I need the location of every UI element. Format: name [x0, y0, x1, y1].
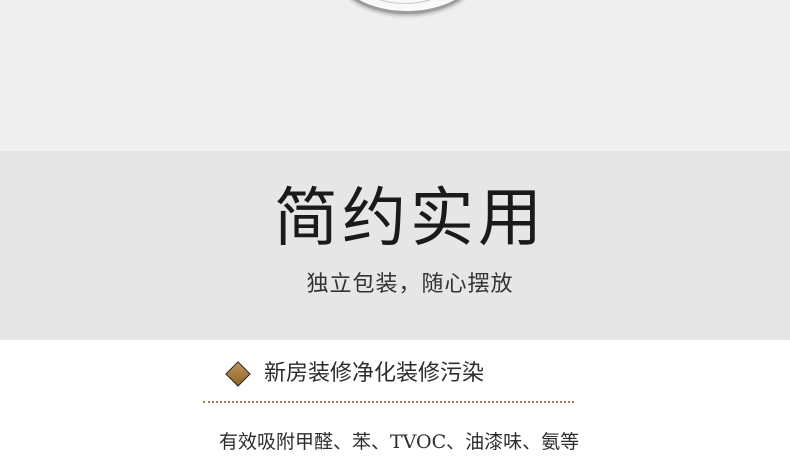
product-image-area: [0, 0, 790, 151]
feature-section: 新房装修净化装修污染 有效吸附甲醛、苯、TVOC、油漆味、氨等: [0, 340, 790, 463]
feature-heading: 新房装修净化装修污染: [264, 361, 485, 386]
banner-subtitle: 独立包装，随心摆放: [306, 272, 514, 297]
feature-description: 有效吸附甲醛、苯、TVOC、油漆味、氨等: [219, 431, 580, 453]
banner-title: 简约实用: [274, 182, 546, 256]
title-banner: 简约实用 独立包装，随心摆放: [0, 151, 790, 340]
diamond-icon: [226, 362, 250, 386]
dotted-divider: [203, 401, 574, 403]
